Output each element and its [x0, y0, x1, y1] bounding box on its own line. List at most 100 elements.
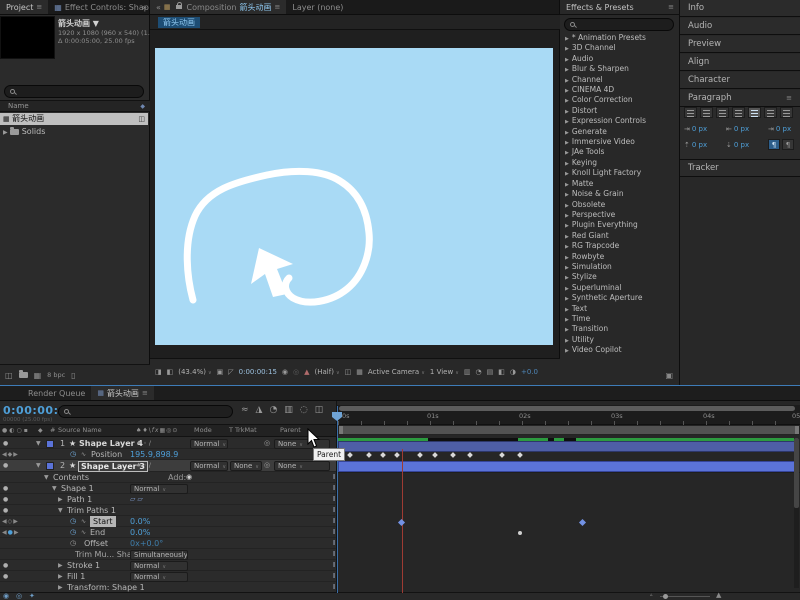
effects-category[interactable]: ▶Expression Controls [560, 116, 680, 126]
expand-arrow-icon[interactable]: ▶ [565, 265, 569, 271]
reset-exposure-icon[interactable]: ◑ [510, 368, 516, 376]
expand-arrow-icon[interactable]: ▶ [58, 494, 63, 505]
roi-icon[interactable]: ◫ [345, 368, 352, 376]
group-row-fill-1[interactable]: ● ▶ Fill 1 Normal∨ [0, 571, 336, 582]
eye-icon[interactable]: ● [3, 438, 8, 449]
mini-flowchart-icon[interactable]: ≈ [241, 405, 249, 415]
effects-category[interactable]: ▶Perspective [560, 210, 680, 220]
property-row-start[interactable]: ◀◇▶ ◷ ∿ Start 0.0% [0, 516, 336, 527]
project-item-composition[interactable]: ▦ 箭头动画 ◫ [0, 113, 148, 125]
label-color-swatch[interactable] [46, 462, 54, 470]
stopwatch-icon[interactable]: ◷ [70, 516, 76, 527]
effects-category[interactable]: ▶Blur & Sharpen [560, 64, 680, 74]
eye-icon[interactable]: ● [3, 560, 8, 571]
panel-tracker[interactable]: Tracker [680, 160, 800, 177]
text-direction-ltr-button[interactable]: ¶ [768, 139, 780, 150]
camera-dropdown[interactable]: Active Camera∨ [368, 368, 425, 376]
layer-bar-shape-layer-3[interactable] [338, 461, 798, 472]
composition-canvas[interactable] [155, 48, 553, 345]
view-layout-dropdown[interactable]: 1 View∨ [430, 368, 459, 376]
breadcrumb[interactable]: 箭头动画 [158, 17, 200, 28]
main-viewer-icon[interactable]: ◧ [167, 368, 174, 376]
expand-arrow-icon[interactable]: ▶ [565, 150, 569, 156]
effects-category[interactable]: ▶Color Correction [560, 95, 680, 105]
effects-category[interactable]: ▶Superluminal [560, 283, 680, 293]
expand-arrow-icon[interactable]: ▶ [565, 130, 569, 136]
property-label[interactable]: Position [91, 449, 122, 460]
always-preview-icon[interactable]: ◨ [155, 368, 162, 376]
expand-arrow-icon[interactable]: ▶ [565, 255, 569, 261]
new-composition-icon[interactable]: ▦ [34, 371, 42, 380]
effects-panel-header[interactable]: Effects & Presets ≡ [560, 0, 680, 15]
add-button-icon[interactable]: ◉ [186, 472, 192, 483]
effects-category[interactable]: ▶Time [560, 314, 680, 324]
blend-mode-dropdown[interactable]: Normal∨ [130, 484, 188, 494]
effects-category[interactable]: ▶Transition [560, 324, 680, 334]
property-row-position[interactable]: ◀◆▶ ◷ ∿ Position 195.9,898.9 [0, 449, 336, 460]
expand-arrow-icon[interactable]: ▶ [58, 571, 63, 582]
time-ruler[interactable]: 0s 01s 02s 03s 04s 05s [337, 412, 800, 425]
scrollbar-thumb[interactable] [794, 438, 799, 508]
timeline-button-icon[interactable]: ▤ [487, 368, 494, 376]
column-trkmat[interactable]: T TrkMat [229, 425, 257, 436]
expand-arrow-icon[interactable]: ▶ [565, 78, 569, 84]
effects-category[interactable]: ▶RG Trapcode [560, 241, 680, 251]
expand-arrow-icon[interactable]: ▶ [565, 119, 569, 125]
effects-category[interactable]: ▶Matte [560, 179, 680, 189]
align-center-button[interactable] [700, 107, 713, 118]
expand-arrow-icon[interactable]: ▶ [565, 348, 569, 354]
group-row-contents[interactable]: ▼ Contents Add: ◉ [0, 472, 336, 483]
effects-category[interactable]: ▶Distort [560, 106, 680, 116]
effects-category[interactable]: ▶Rowbyte [560, 252, 680, 262]
stopwatch-icon[interactable]: ◷ [70, 449, 76, 460]
panel-audio[interactable]: Audio [680, 18, 800, 35]
effects-category[interactable]: ▶Audio [560, 54, 680, 64]
justify-last-right-button[interactable] [764, 107, 777, 118]
project-name-column-header[interactable]: Name ◆ [0, 100, 150, 112]
panel-preview[interactable]: Preview [680, 36, 800, 53]
layer-switches[interactable]: ♠◦/ [136, 460, 153, 471]
start-value[interactable]: 0.0% [130, 516, 150, 527]
zoom-in-icon[interactable]: ▲ [716, 591, 721, 599]
expand-arrow-icon[interactable]: ▶ [565, 213, 569, 219]
effects-category[interactable]: ▶Generate [560, 127, 680, 137]
justify-last-left-button[interactable] [732, 107, 745, 118]
expand-arrow-icon[interactable]: ▶ [565, 36, 569, 42]
tab-timeline-comp[interactable]: ▦ 箭头动画 ≡ [91, 386, 154, 400]
project-item-solids[interactable]: ▶ Solids [0, 126, 148, 138]
timeline-graph-area[interactable]: 0s 01s 02s 03s 04s 05s [336, 401, 800, 593]
expand-arrow-icon[interactable]: ▶ [565, 67, 569, 73]
position-value[interactable]: 195.9,898.9 [130, 449, 178, 460]
expand-arrow-icon[interactable]: ▶ [565, 182, 569, 188]
show-snapshot-icon[interactable]: ◎ [293, 368, 299, 376]
expand-arrow-icon[interactable]: ▶ [565, 140, 569, 146]
graph-icon[interactable]: ∿ [81, 527, 86, 538]
time-navigator-handle[interactable] [339, 406, 795, 411]
effects-category[interactable]: ▶Stylize [560, 272, 680, 282]
pixel-aspect-icon[interactable]: ▥ [464, 368, 471, 376]
layer-row-shape-layer-3[interactable]: ● ▼ 2 ★ Shape Layer 3 ♠◦/ Normal∨ None∨ … [0, 460, 336, 472]
expand-arrow-icon[interactable]: ▶ [58, 560, 63, 571]
exposure-value[interactable]: +0.0 [521, 368, 538, 376]
effects-category[interactable]: ▶Obsolete [560, 200, 680, 210]
pickwhip-icon[interactable]: ◎ [264, 438, 270, 449]
end-value[interactable]: 0.0% [130, 527, 150, 538]
zoom-out-icon[interactable]: ▵ [650, 592, 653, 598]
column-mode[interactable]: Mode [194, 425, 212, 436]
work-area-start-handle[interactable] [339, 426, 343, 434]
hide-shy-layers-icon[interactable]: ◔ [269, 405, 277, 415]
expand-arrow-icon[interactable]: ▶ [565, 57, 569, 63]
channels-icon[interactable]: ▲ [304, 368, 309, 376]
path-in-out-icons[interactable]: ▱▱ [130, 494, 145, 505]
space-after-field[interactable]: ⇣0 px [726, 141, 749, 149]
property-row-end[interactable]: ◀●▶ ◷ ∿ End 0.0% [0, 527, 336, 538]
panel-menu-icon[interactable]: ≡ [36, 3, 42, 11]
expand-arrow-icon[interactable]: ▼ [36, 460, 41, 471]
effects-category[interactable]: ▶Utility [560, 335, 680, 345]
panel-info[interactable]: Info [680, 0, 800, 17]
add-label[interactable]: Add: [168, 472, 186, 483]
text-direction-rtl-button[interactable]: ¶ [782, 139, 794, 150]
property-row-offset[interactable]: ◷ Offset 0x+0.0° [0, 538, 336, 549]
stopwatch-icon[interactable]: ◷ [70, 538, 76, 549]
group-label[interactable]: Contents [53, 472, 89, 483]
